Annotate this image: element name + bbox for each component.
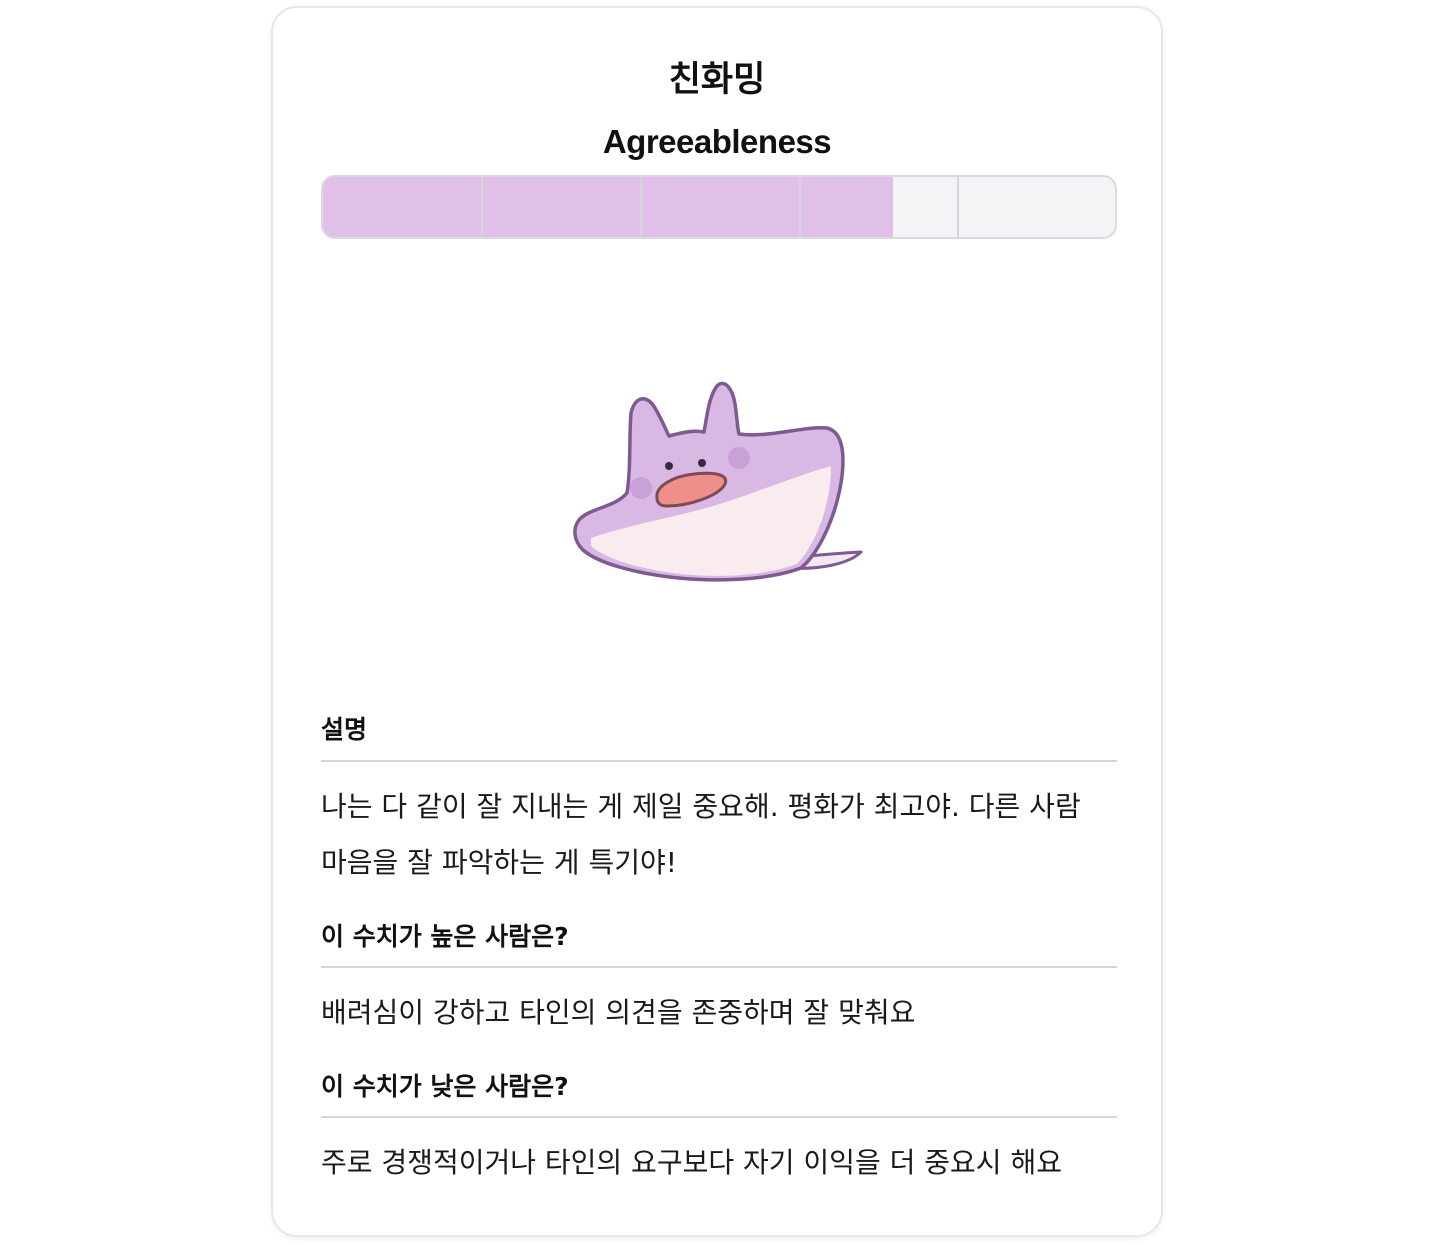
description-text-line-2: 마음을 잘 파악하는 게 특기야! (321, 846, 677, 879)
description-text-line-1: 나는 다 같이 잘 지내는 게 제일 중요해. 평화가 최고야. 다른 사람 (321, 790, 1081, 823)
score-segment-divider (481, 177, 483, 237)
score-segment-divider (640, 177, 642, 237)
score-segment-divider (957, 177, 959, 237)
score-segment-divider (799, 177, 801, 237)
trait-card: 친화밍 Agreeableness 설명 나는 다 같이 잘 지내는 게 제일 … (271, 6, 1163, 1237)
trait-score-fill (323, 177, 894, 237)
high-score-text: 배려심이 강하고 타인의 의견을 존중하며 잘 맞춰요 (321, 996, 916, 1029)
section-divider (321, 966, 1117, 968)
low-score-heading: 이 수치가 낮은 사람은? (321, 1072, 569, 1101)
high-score-heading: 이 수치가 높은 사람은? (321, 922, 569, 951)
description-heading: 설명 (321, 715, 368, 744)
trait-title-english: Agreeableness (602, 123, 832, 160)
trait-title-korean: 친화밍 (668, 60, 766, 100)
low-score-text: 주로 경쟁적이거나 타인의 요구보다 자기 이익을 더 중요시 해요 (321, 1146, 1062, 1179)
trait-score-bar (321, 175, 1117, 239)
purple-manta-ray-character-icon (573, 381, 863, 582)
section-divider (321, 760, 1117, 762)
section-divider (321, 1116, 1117, 1118)
